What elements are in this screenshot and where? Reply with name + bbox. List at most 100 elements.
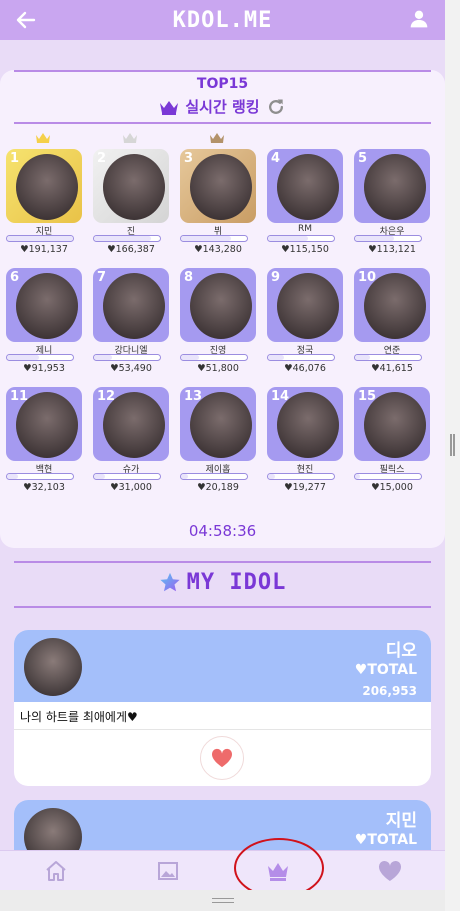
rank-number: 13: [184, 389, 203, 404]
idol-rank-item[interactable]: 3 뷔 ♥143,280: [178, 133, 258, 266]
refresh-icon[interactable]: [266, 97, 286, 117]
heart-count: ♥15,000: [371, 482, 413, 493]
scrollbar[interactable]: [445, 0, 460, 911]
vote-progress-fill: [355, 355, 370, 360]
heart-count: ♥41,615: [371, 363, 413, 374]
idol-photo: [190, 273, 252, 339]
heart-count: ♥166,387: [107, 244, 155, 255]
idol-photo: [364, 154, 426, 220]
heart-count: ♥19,277: [284, 482, 326, 493]
heart-count: ♥20,189: [197, 482, 239, 493]
vote-progress-bar: [354, 473, 422, 480]
idol-rank-item[interactable]: 9 정국 ♥46,076: [265, 265, 345, 385]
scrollbar-grip[interactable]: [450, 434, 455, 456]
idol-rank-item[interactable]: 1 지민 ♥191,137: [4, 133, 84, 266]
idol-photo-tile: 2: [93, 149, 169, 223]
crown-icon: [210, 133, 224, 143]
main-content: TOP15 실시간 랭킹 1 지민 ♥191,137 2 진 ♥166,387 3 뷔 ♥143…: [0, 40, 445, 911]
idol-photo-tile: 7: [93, 268, 169, 342]
idol-photo: [16, 273, 78, 339]
vote-progress-fill: [181, 474, 189, 479]
idol-rank-item[interactable]: 14 현진 ♥19,277: [265, 384, 345, 504]
idol-photo-tile: 5: [354, 149, 430, 223]
idol-rank-item[interactable]: 7 강다니엘 ♥53,490: [91, 265, 171, 385]
vote-progress-fill: [355, 474, 361, 479]
vote-progress-fill: [268, 355, 284, 360]
idol-photo-tile: 8: [180, 268, 256, 342]
vote-progress-bar: [6, 235, 74, 242]
idol-photo-tile: 12: [93, 387, 169, 461]
vote-progress-fill: [268, 474, 275, 479]
idol-photo-tile: 1: [6, 149, 82, 223]
vote-progress-bar: [354, 354, 422, 361]
idol-rank-item[interactable]: 6 제니 ♥91,953: [4, 265, 84, 385]
idol-rank-item[interactable]: 4 RM ♥115,150: [265, 146, 345, 266]
support-message: 나의 하트를 최애에게♥: [14, 702, 431, 730]
rank-number: 7: [97, 270, 107, 285]
vote-progress-bar: [180, 354, 248, 361]
heart-count: ♥51,800: [197, 363, 239, 374]
star-icon: [160, 572, 180, 591]
user-icon[interactable]: [409, 9, 429, 29]
my-idol-card: 디오 ♥TOTAL 206,953 나의 하트를 최애에게♥: [14, 630, 431, 786]
heart-count: ♥143,280: [194, 244, 242, 255]
rank-number: 6: [10, 270, 20, 285]
vote-progress-fill: [355, 236, 394, 241]
vote-progress-fill: [94, 236, 152, 241]
back-arrow-icon[interactable]: [14, 8, 38, 32]
idol-photo-tile: 6: [6, 268, 82, 342]
red-annotation-circle: [234, 838, 324, 898]
rank-number: 3: [184, 151, 194, 166]
idol-rank-item[interactable]: 8 진영 ♥51,800: [178, 265, 258, 385]
idol-photo: [277, 154, 339, 220]
image-icon[interactable]: [156, 859, 180, 883]
idol-rank-item[interactable]: 5 차은우 ♥113,121: [352, 146, 432, 266]
vote-progress-fill: [181, 355, 199, 360]
vote-progress-bar: [267, 235, 335, 242]
vote-progress-bar: [354, 235, 422, 242]
heart-count: ♥91,953: [23, 363, 65, 374]
card-header: 디오 ♥TOTAL 206,953: [14, 630, 431, 702]
heart-icon[interactable]: [378, 859, 402, 883]
total-count: 206,953: [362, 684, 417, 698]
resize-handle[interactable]: [212, 898, 234, 903]
app-title: KDOL.ME: [172, 7, 273, 33]
home-icon[interactable]: [44, 859, 68, 883]
heart-count: ♥113,121: [368, 244, 416, 255]
rank-number: 11: [10, 389, 29, 404]
rank-number: 2: [97, 151, 107, 166]
idol-photo-tile: 4: [267, 149, 343, 223]
idol-photo-tile: 3: [180, 149, 256, 223]
divider: [14, 606, 431, 608]
idol-photo: [190, 154, 252, 220]
rank-number: 5: [358, 151, 368, 166]
idol-photo-tile: 13: [180, 387, 256, 461]
idol-rank-item[interactable]: 11 백현 ♥32,103: [4, 384, 84, 504]
idol-rank-item[interactable]: 13 제이홉 ♥20,189: [178, 384, 258, 504]
idol-rank-item[interactable]: 12 슈가 ♥31,000: [91, 384, 171, 504]
idol-rank-item[interactable]: 2 진 ♥166,387: [91, 133, 171, 266]
idol-rank-item[interactable]: 15 필릭스 ♥15,000: [352, 384, 432, 504]
idol-photo: [277, 273, 339, 339]
idol-photo-tile: 9: [267, 268, 343, 342]
bottom-navigation: [0, 850, 445, 890]
total-label: ♥TOTAL: [354, 662, 417, 678]
heart-count: ♥191,137: [20, 244, 68, 255]
idol-photo-tile: 10: [354, 268, 430, 342]
realtime-ranking-heading: 실시간 랭킹: [0, 96, 445, 117]
vote-progress-bar: [93, 354, 161, 361]
app-header: KDOL.ME: [0, 0, 445, 40]
heart-count: ♥115,150: [281, 244, 329, 255]
vote-progress-bar: [180, 473, 248, 480]
vote-progress-bar: [180, 235, 248, 242]
idol-name: 디오: [385, 641, 417, 661]
my-idol-heading: MY IDOL: [0, 570, 445, 595]
idol-rank-item[interactable]: 10 연준 ♥41,615: [352, 265, 432, 385]
send-heart-button[interactable]: [200, 736, 244, 780]
heart-count: ♥53,490: [110, 363, 152, 374]
vote-progress-fill: [7, 236, 73, 241]
resize-bar[interactable]: [0, 890, 445, 911]
vote-progress-fill: [94, 355, 113, 360]
crown-icon: [123, 133, 137, 143]
idol-name: RM: [297, 224, 313, 234]
